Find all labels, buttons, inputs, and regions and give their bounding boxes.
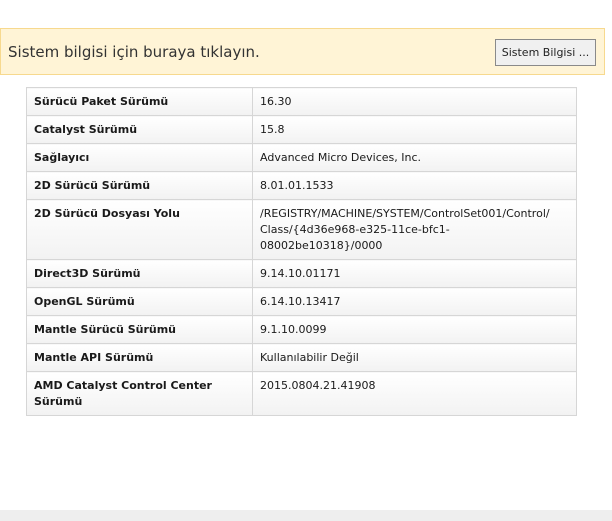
table-row: Direct3D Sürümü 9.14.10.01171 — [26, 259, 577, 288]
value-text: 6.14.10.13417 — [260, 295, 341, 308]
footer-bar — [0, 510, 612, 521]
table-row: Mantle API Sürümü Kullanılabilir Değil — [26, 343, 577, 372]
row-label: Sağlayıcı — [26, 143, 253, 172]
row-value: 9.1.10.0099 — [252, 315, 577, 344]
value-text: 16.30 — [260, 95, 292, 108]
row-label: Sürücü Paket Sürümü — [26, 87, 253, 116]
row-value: Advanced Micro Devices, Inc. — [252, 143, 577, 172]
value-text: Kullanılabilir Değil — [260, 351, 359, 364]
row-label: OpenGL Sürümü — [26, 287, 253, 316]
value-text: 9.1.10.0099 — [260, 323, 327, 336]
value-text: 8.01.01.1533 — [260, 179, 334, 192]
table-row: 2D Sürücü Sürümü 8.01.01.1533 — [26, 171, 577, 200]
system-info-banner: Sistem bilgisi için buraya tıklayın. Sis… — [0, 28, 605, 75]
driver-info-table: Sürücü Paket Sürümü 16.30 Catalyst Sürümü 1… — [26, 87, 577, 416]
row-value: 8.01.01.1533 — [252, 171, 577, 200]
value-text-continued: Class/{4d36e968-e325-11ce-bfc1-08002be10… — [260, 223, 450, 252]
value-text: 15.8 — [260, 123, 285, 136]
row-label: Mantle Sürücü Sürümü — [26, 315, 253, 344]
table-row: Mantle Sürücü Sürümü 9.1.10.0099 — [26, 315, 577, 344]
table-row: AMD Catalyst Control Center Sürümü 2015.0… — [26, 371, 577, 416]
table-row: OpenGL Sürümü 6.14.10.13417 — [26, 287, 577, 316]
value-text: 9.14.10.01171 — [260, 267, 341, 280]
row-label: Direct3D Sürümü — [26, 259, 253, 288]
table-row: Sürücü Paket Sürümü 16.30 — [26, 87, 577, 116]
row-value: 6.14.10.13417 — [252, 287, 577, 316]
row-value: 9.14.10.01171 — [252, 259, 577, 288]
value-text: /REGISTRY/MACHINE/SYSTEM/ControlSet001/C… — [260, 207, 550, 220]
system-info-button[interactable]: Sistem Bilgisi ... — [495, 39, 596, 66]
table-row: 2D Sürücü Dosyası Yolu/REGISTRY/MACHINE/… — [26, 199, 577, 260]
value-text: 2015.0804.21.41908 — [260, 379, 376, 392]
table-row: Catalyst Sürümü 15.8 — [26, 115, 577, 144]
value-text: Advanced Micro Devices, Inc. — [260, 151, 422, 164]
table-row: Sağlayıcı Advanced Micro Devices, Inc. — [26, 143, 577, 172]
row-value: Kullanılabilir Değil — [252, 343, 577, 372]
row-value: 2015.0804.21.41908 — [252, 371, 577, 416]
row-label: Mantle API Sürümü — [26, 343, 253, 372]
row-label: 2D Sürücü Sürümü — [26, 171, 253, 200]
row-label: 2D Sürücü Dosyası Yolu — [26, 199, 253, 260]
row-label: AMD Catalyst Control Center Sürümü — [26, 371, 253, 416]
row-value: 16.30 — [252, 87, 577, 116]
row-label: Catalyst Sürümü — [26, 115, 253, 144]
row-value: 15.8 — [252, 115, 577, 144]
row-value: /REGISTRY/MACHINE/SYSTEM/ControlSet001/C… — [252, 199, 577, 260]
banner-text: Sistem bilgisi için buraya tıklayın. — [8, 43, 260, 61]
